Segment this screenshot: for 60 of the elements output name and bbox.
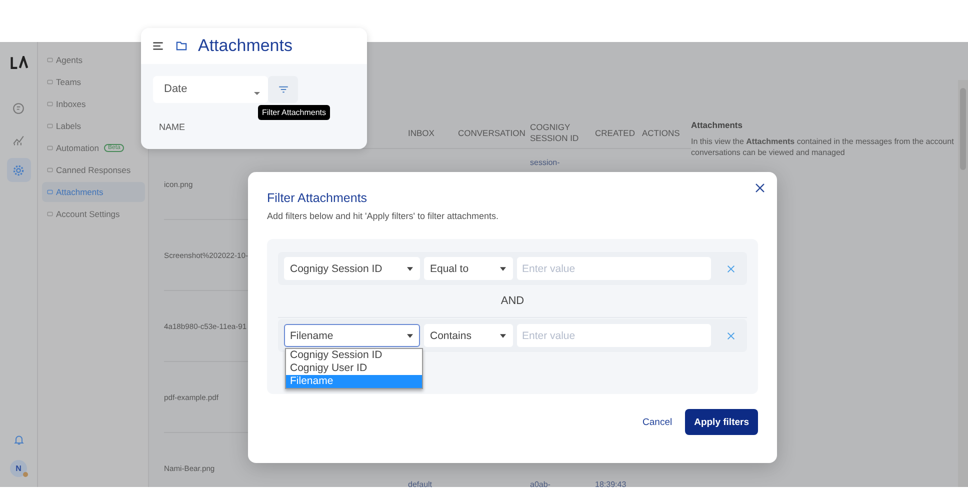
operator-select[interactable]: Contains <box>424 324 513 347</box>
caret-icon <box>407 334 413 338</box>
item-icon <box>47 123 53 129</box>
sidebar-item[interactable]: Attachments <box>42 182 145 202</box>
table-cell-text: default <box>408 480 434 489</box>
sidebar-item[interactable]: Account Settings <box>42 204 145 224</box>
caret-icon <box>500 334 506 338</box>
value-field[interactable]: Enter value <box>517 324 711 347</box>
apply-filters-button[interactable]: Apply filters <box>685 409 758 435</box>
cancel-link[interactable]: Cancel <box>642 416 672 428</box>
item-icon <box>47 189 53 195</box>
table-cell-text: 18:39:43 <box>595 480 628 489</box>
sidebar-item[interactable]: Teams <box>42 72 145 92</box>
attribute-select[interactable]: Filename <box>284 324 420 347</box>
dropdown-option[interactable]: Filename <box>286 375 422 388</box>
dialog-subtitle: Add filters below and hit 'Apply filters' to filter attachments. <box>267 211 500 221</box>
sidebar-item[interactable]: Canned Responses <box>42 160 145 180</box>
value-field[interactable]: Enter value <box>517 257 711 280</box>
caret-icon <box>500 267 506 271</box>
caret-icon <box>407 267 413 271</box>
dropdown-option[interactable]: Cognigy Session ID <box>286 349 422 362</box>
dropdown-option[interactable]: Cognigy User ID <box>286 362 422 375</box>
column-header: CREATED <box>595 128 636 138</box>
page-title: Attachments <box>198 36 292 56</box>
bell-icon[interactable] <box>12 434 24 446</box>
item-icon <box>47 79 53 85</box>
item-icon <box>47 145 53 151</box>
column-header: NAME <box>159 122 186 132</box>
column-header: COGNIGY SESSION ID <box>530 122 580 144</box>
panel-description: In this view the Attachments contained in the messages from the account conversations can be viewed and managed <box>691 136 955 158</box>
sort-select[interactable]: Date <box>153 76 268 103</box>
avatar[interactable]: N <box>10 460 27 477</box>
sidebar-item[interactable]: Labels <box>42 116 145 136</box>
item-icon <box>47 101 53 107</box>
column-header: ACTIONS <box>642 128 681 138</box>
remove-icon[interactable] <box>727 264 735 272</box>
close-icon[interactable] <box>755 183 765 193</box>
panel-title: Attachments <box>691 120 744 130</box>
sidebar-item[interactable]: Inboxes <box>42 94 145 114</box>
menu-icon[interactable] <box>153 42 163 50</box>
attribute-select[interactable]: Cognigy Session ID <box>284 257 420 280</box>
item-icon <box>47 167 53 173</box>
dialog-title: Filter Attachments <box>267 191 368 205</box>
table-cell-text: a0ab- <box>530 480 552 489</box>
settings-icon[interactable] <box>6 158 30 182</box>
tooltip: Filter Attachments <box>258 105 330 120</box>
item-icon <box>47 57 53 63</box>
column-header: INBOX <box>408 128 436 138</box>
folder-icon <box>176 41 187 51</box>
table-cell-text: session- <box>530 158 561 167</box>
sidebar-item[interactable]: Agents <box>42 50 145 70</box>
operator-select[interactable]: Equal to <box>424 257 513 280</box>
filter-icon <box>278 86 288 93</box>
logo-icon <box>10 56 28 69</box>
column-header: CONVERSATION <box>458 128 526 138</box>
remove-icon[interactable] <box>727 332 735 340</box>
filter-button[interactable] <box>268 76 298 103</box>
conjunction-label: AND <box>500 295 524 307</box>
item-icon <box>47 211 53 217</box>
caret-icon <box>254 92 260 95</box>
